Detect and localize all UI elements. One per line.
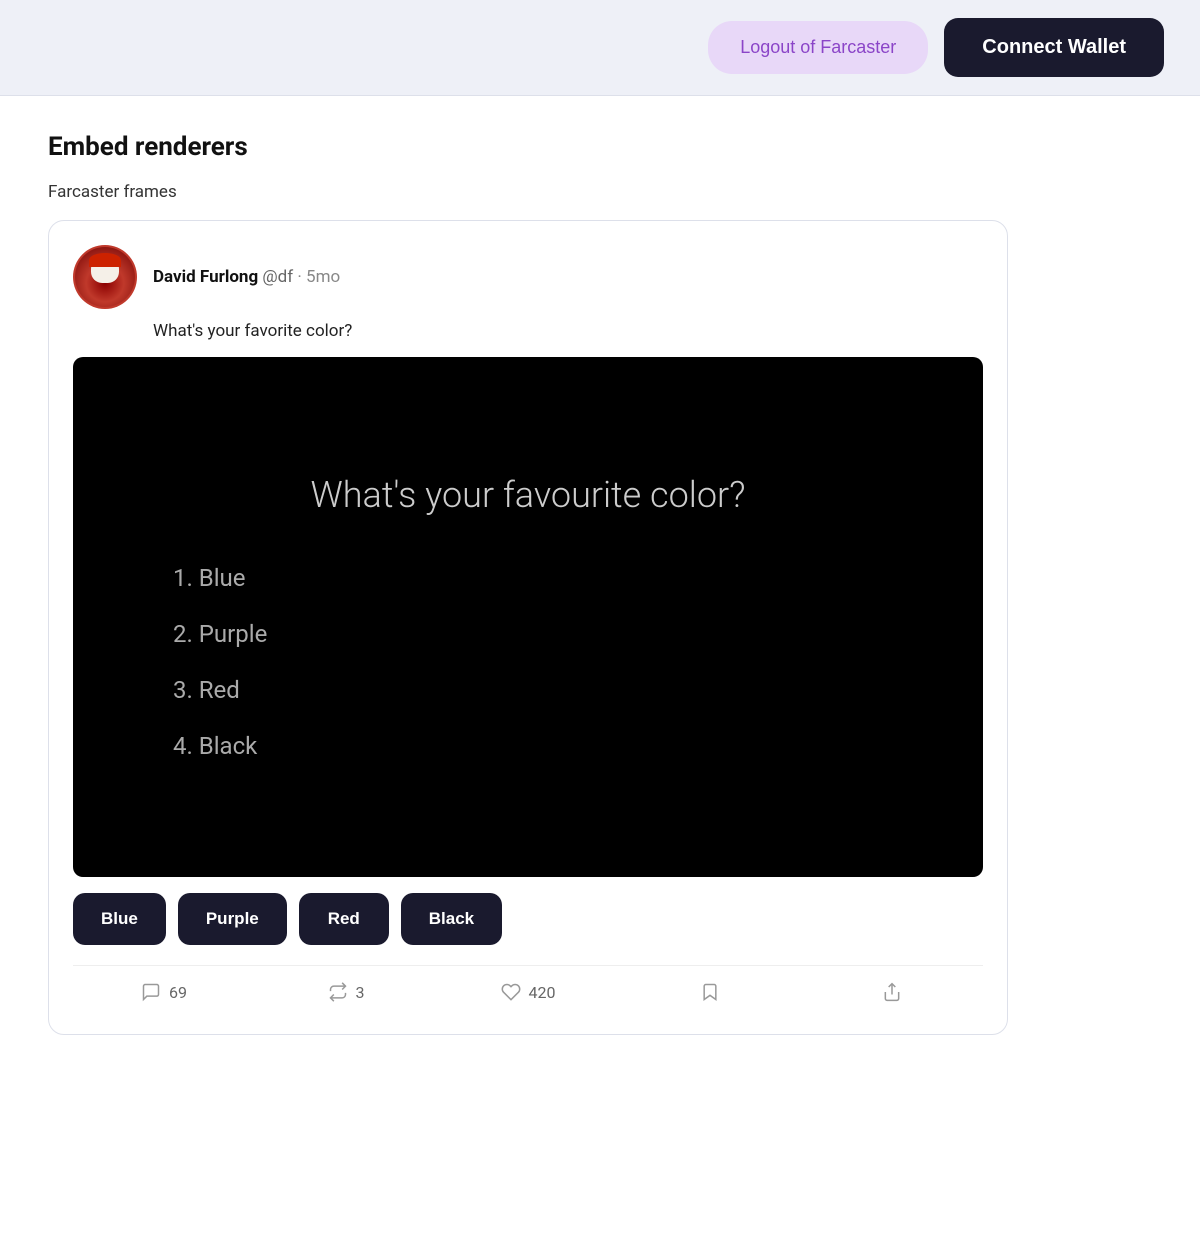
share-action[interactable] [801,974,983,1010]
cast-meta: David Furlong @df · 5mo [153,267,340,287]
header: Logout of Farcaster Connect Wallet [0,0,1200,96]
frame-buttons: Blue Purple Red Black [73,893,983,945]
section-label: Farcaster frames [48,182,1152,202]
reply-count: 69 [169,983,187,1002]
avatar [73,245,137,309]
recast-icon [328,982,348,1002]
recast-count: 3 [356,983,365,1002]
recast-action[interactable]: 3 [255,974,437,1010]
share-icon [882,982,902,1002]
cast-author-name: David Furlong [153,267,258,287]
cast-card: David Furlong @df · 5mo What's your favo… [48,220,1008,1035]
like-action[interactable]: 420 [437,974,619,1010]
like-count: 420 [529,983,556,1002]
frame-option-4: 4. Black [173,732,943,760]
cast-text: What's your favorite color? [153,321,983,341]
page-title: Embed renderers [48,132,1152,162]
frame-option-2: 2. Purple [173,620,943,648]
like-icon [501,982,521,1002]
frame-option-3: 3. Red [173,676,943,704]
frame-option-1: 1. Blue [173,564,943,592]
bookmark-action[interactable] [619,974,801,1010]
cast-header: David Furlong @df · 5mo [73,245,983,309]
bookmark-icon [700,982,720,1002]
cast-handle: @df [262,267,293,287]
frame-button-blue[interactable]: Blue [73,893,166,945]
frame-button-red[interactable]: Red [299,893,389,945]
frame-button-black[interactable]: Black [401,893,502,945]
logout-button[interactable]: Logout of Farcaster [708,21,928,74]
main-content: Embed renderers Farcaster frames David F… [0,96,1200,1246]
reply-action[interactable]: 69 [73,974,255,1010]
frame-options: 1. Blue 2. Purple 3. Red 4. Black [113,564,943,760]
avatar-image [75,247,135,307]
cast-author-line: David Furlong @df · 5mo [153,267,340,287]
frame-title: What's your favourite color? [113,474,943,516]
connect-wallet-button[interactable]: Connect Wallet [944,18,1164,77]
cast-time: · 5mo [297,267,340,287]
reply-icon [141,982,161,1002]
frame-button-purple[interactable]: Purple [178,893,287,945]
frame-image: What's your favourite color? 1. Blue 2. … [73,357,983,877]
cast-actions: 69 3 420 [73,965,983,1010]
